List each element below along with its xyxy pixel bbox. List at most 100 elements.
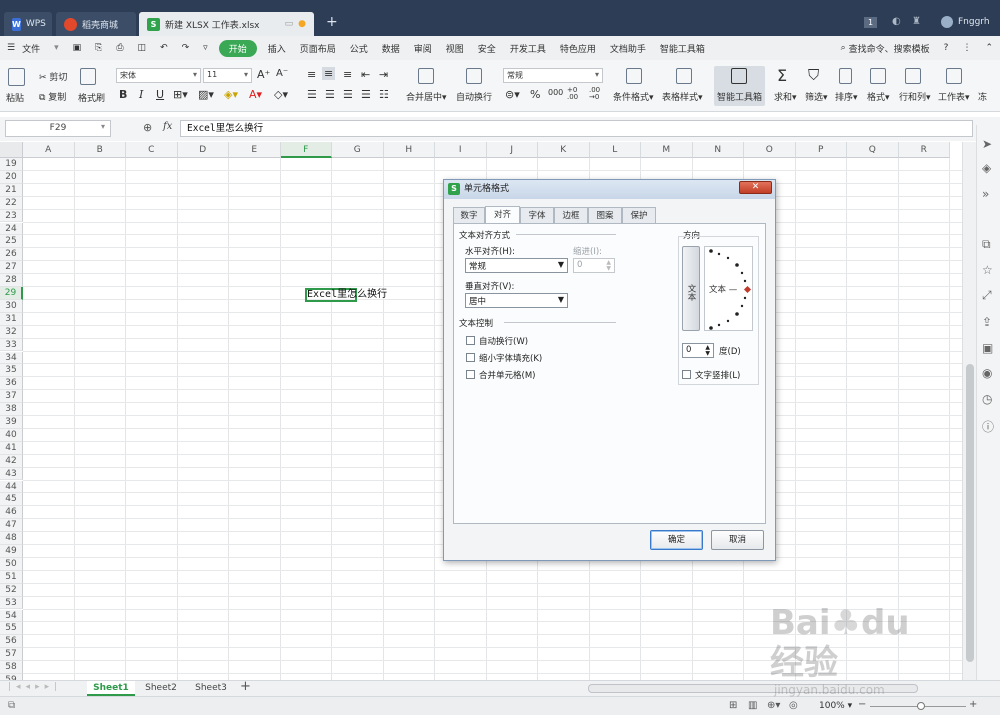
format-icon[interactable] xyxy=(870,68,886,84)
vertical-scrollbar[interactable] xyxy=(962,142,976,680)
indent-increase-icon[interactable]: ⇥ xyxy=(379,68,388,81)
row-header-20[interactable]: 20 xyxy=(0,170,23,184)
bold-icon[interactable]: B xyxy=(119,88,127,101)
save-icon[interactable]: ▣ xyxy=(66,43,89,53)
avatar[interactable] xyxy=(941,16,953,28)
tab-display-icon[interactable]: ▭ xyxy=(285,19,294,29)
sheet-tab-1[interactable]: Sheet1 xyxy=(87,681,135,696)
merge-cells-label[interactable]: 合并单元格(M) xyxy=(479,369,535,381)
wrap-text-label[interactable]: 自动换行(W) xyxy=(479,335,528,347)
freeze-button[interactable]: 冻 xyxy=(978,90,987,103)
row-header-24[interactable]: 24 xyxy=(0,222,23,236)
macro-icon[interactable]: ⧉ xyxy=(8,700,15,711)
tab-number[interactable]: 数字 xyxy=(453,207,485,223)
tab-docer-store[interactable]: 稻壳商城 xyxy=(56,12,136,36)
tab-font[interactable]: 字体 xyxy=(520,207,554,223)
decrease-font-icon[interactable]: A⁻ xyxy=(276,68,288,79)
tab-pattern[interactable]: 图案 xyxy=(588,207,622,223)
row-header-33[interactable]: 33 xyxy=(0,338,23,352)
wrap-text-checkbox[interactable] xyxy=(466,336,475,345)
cursor-icon[interactable]: ➤ xyxy=(982,137,992,151)
redo-icon[interactable]: ↷ xyxy=(175,43,197,53)
zoom-in-icon[interactable]: + xyxy=(969,699,977,710)
copy-button[interactable]: ⧉ 复制 xyxy=(39,90,66,103)
row-header-44[interactable]: 44 xyxy=(0,480,23,494)
font-name-select[interactable]: 宋体 xyxy=(116,68,201,83)
sheet-tab-3[interactable]: Sheet3 xyxy=(188,681,234,696)
justify-icon[interactable]: ☰ xyxy=(361,88,371,101)
shapes-icon[interactable]: ◈ xyxy=(982,161,991,175)
row-header-52[interactable]: 52 xyxy=(0,583,23,597)
paste-button[interactable]: 粘贴 xyxy=(6,91,24,104)
menu-features[interactable]: 特色应用 xyxy=(553,42,603,55)
wrap-text-icon[interactable] xyxy=(466,68,482,84)
fx-icon[interactable]: fx xyxy=(163,121,172,132)
shrink-to-fit-label[interactable]: 缩小字体填充(K) xyxy=(479,352,542,364)
row-header-36[interactable]: 36 xyxy=(0,377,23,391)
help-icon[interactable]: ? xyxy=(937,43,956,53)
row-header-38[interactable]: 38 xyxy=(0,403,23,416)
name-box-dropdown-icon[interactable]: ▾ xyxy=(101,122,105,131)
horizontal-align-select[interactable]: 常规 ▼ xyxy=(465,258,568,273)
row-header-56[interactable]: 56 xyxy=(0,635,23,649)
conditional-format-icon[interactable] xyxy=(626,68,642,84)
border-icon[interactable]: ⊞▾ xyxy=(173,88,188,101)
sort-icon[interactable] xyxy=(839,68,852,84)
row-header-51[interactable]: 51 xyxy=(0,570,23,584)
smart-toolbox-button[interactable]: 智能工具箱 xyxy=(717,90,762,103)
tab-workbook[interactable]: S 新建 XLSX 工作表.xlsx ▭ ● xyxy=(139,12,314,36)
star-icon[interactable]: ☆ xyxy=(982,263,993,277)
row-header-29[interactable]: 29 xyxy=(0,287,23,300)
tab-alignment[interactable]: 对齐 xyxy=(485,206,520,223)
cancel-button[interactable]: 取消 xyxy=(711,530,764,550)
menu-developer[interactable]: 开发工具 xyxy=(503,42,553,55)
align-top-icon[interactable]: ≡ xyxy=(307,68,316,81)
row-header-41[interactable]: 41 xyxy=(0,441,23,455)
vertical-stack-label[interactable]: 文字竖排(L) xyxy=(695,369,740,381)
menu-formula[interactable]: 公式 xyxy=(343,42,375,55)
dialog-close-icon[interactable]: ✕ xyxy=(739,181,772,194)
column-header-O[interactable]: O xyxy=(744,142,796,158)
cell-style-icon[interactable]: ▨▾ xyxy=(198,88,214,101)
row-header-35[interactable]: 35 xyxy=(0,364,23,378)
collapse-ribbon-icon[interactable]: ⌃ xyxy=(978,43,1000,53)
menu-view[interactable]: 视图 xyxy=(439,42,471,55)
row-header-58[interactable]: 58 xyxy=(0,661,23,674)
sheet-nav-arrows-icon[interactable]: |◂◂▸▸| xyxy=(8,682,62,692)
table-style-icon[interactable] xyxy=(676,68,692,84)
indent-decrease-icon[interactable]: ⇤ xyxy=(361,68,370,81)
sort-button[interactable]: 排序▾ xyxy=(835,90,858,103)
column-header-C[interactable]: C xyxy=(126,142,178,158)
row-header-28[interactable]: 28 xyxy=(0,274,23,287)
column-header-R[interactable]: R xyxy=(898,142,950,158)
reading-mode-icon[interactable]: ⊕▾ xyxy=(767,700,780,711)
row-header-47[interactable]: 47 xyxy=(0,519,23,533)
menu-page-layout[interactable]: 页面布局 xyxy=(293,42,343,55)
row-header-45[interactable]: 45 xyxy=(0,493,23,507)
customize-icon[interactable]: ▿ xyxy=(196,43,215,53)
filter-icon[interactable]: ⛉ xyxy=(808,66,819,84)
column-header-D[interactable]: D xyxy=(177,142,229,158)
font-size-select[interactable]: 11 xyxy=(203,68,252,83)
add-sheet-icon[interactable]: + xyxy=(240,679,251,694)
menu-review[interactable]: 审阅 xyxy=(407,42,439,55)
history-icon[interactable]: ◷ xyxy=(982,392,992,406)
ok-button[interactable]: 确定 xyxy=(650,530,703,550)
print-preview-icon[interactable]: ◫ xyxy=(131,43,154,53)
format-painter-icon[interactable] xyxy=(80,68,96,85)
row-header-50[interactable]: 50 xyxy=(0,557,23,571)
row-header-54[interactable]: 54 xyxy=(0,609,23,623)
file-dropdown-icon[interactable]: ▾ xyxy=(47,43,66,53)
paste-icon[interactable] xyxy=(8,68,25,86)
wrap-text-button[interactable]: 自动换行 xyxy=(456,90,492,103)
align-center-icon[interactable]: ☰ xyxy=(325,88,335,101)
column-header-P[interactable]: P xyxy=(795,142,847,158)
sum-button[interactable]: 求和▾ xyxy=(774,90,797,103)
more-icon[interactable]: ⋮ xyxy=(955,43,978,53)
row-header-26[interactable]: 26 xyxy=(0,248,23,262)
align-middle-icon[interactable]: ≡ xyxy=(322,67,336,80)
column-header-G[interactable]: G xyxy=(332,142,384,158)
menu-data[interactable]: 数据 xyxy=(375,42,407,55)
skin-icon[interactable]: ◐ xyxy=(892,16,901,27)
align-right-icon[interactable]: ☰ xyxy=(343,88,353,101)
